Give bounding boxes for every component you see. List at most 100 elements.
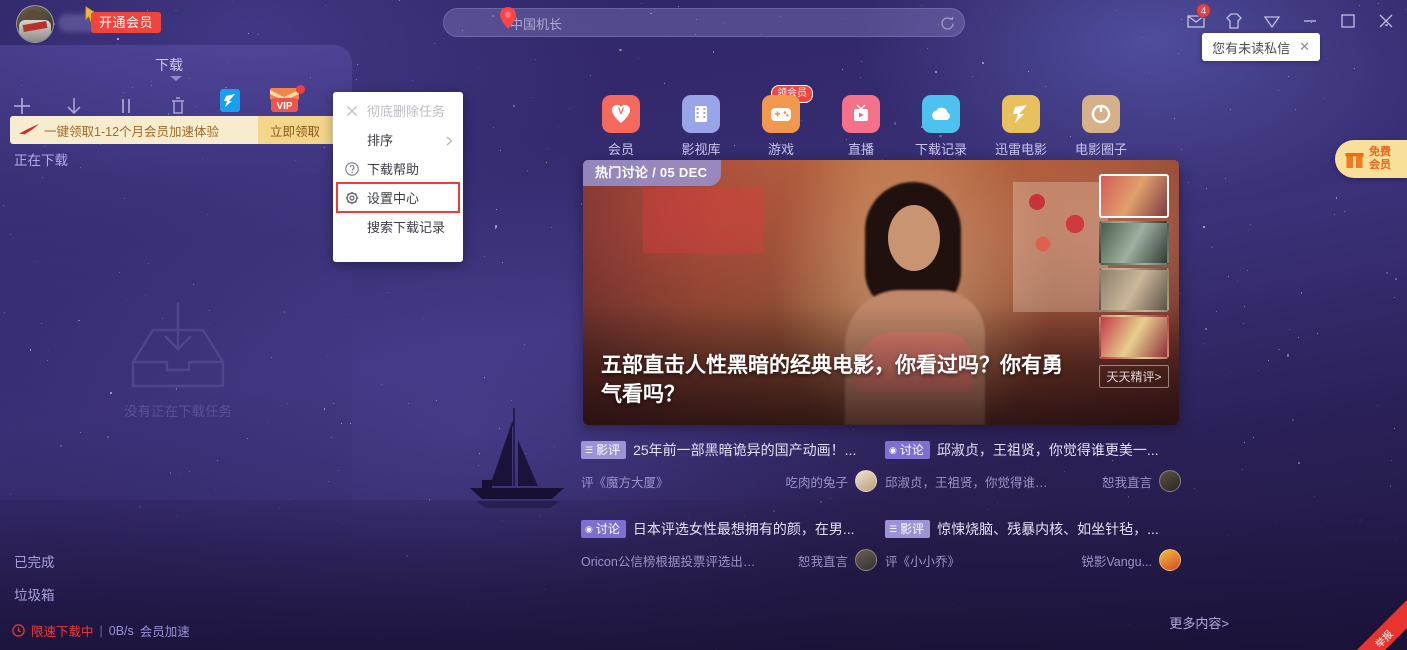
banner-flower-poster: [1013, 182, 1108, 312]
nav-item-live[interactable]: 直播: [821, 95, 901, 165]
banner-thumbnail-4[interactable]: [1099, 315, 1169, 359]
status-badge: ☰ 影评: [581, 441, 626, 459]
tab-download-label[interactable]: 下载: [155, 55, 183, 75]
card-author-name: 吃肉的兔子: [785, 472, 848, 491]
status-bar: 限速下载中 | 0B/s 会员加速: [12, 621, 190, 640]
sidebar-item-trash[interactable]: 垃圾箱: [14, 584, 55, 604]
article-card[interactable]: ☰ 影评 25年前一部黑暗诡异的国产动画！... 评《魔方大厦》 吃肉的兔子: [581, 440, 877, 492]
main-content: V 会员 影视库 领会员 游戏: [352, 45, 1407, 650]
maximize-icon[interactable]: [1337, 10, 1359, 32]
film-icon: [682, 95, 720, 133]
nav-item-movie-circle[interactable]: 电影圈子: [1061, 95, 1141, 165]
search-input-value: 中国机长: [510, 14, 562, 33]
daily-review-button[interactable]: 天天精评>: [1099, 365, 1169, 388]
report-ribbon[interactable]: 举报: [1351, 600, 1407, 650]
card-subtitle: 评《小小乔》: [885, 551, 960, 570]
banner-figure-face: [888, 205, 940, 271]
avatar[interactable]: [855, 470, 877, 492]
gift-icon: [1345, 150, 1364, 169]
status-badge: ◉ 讨论: [581, 520, 626, 538]
nav-item-label: 会员: [581, 139, 661, 158]
nav-item-label: 游戏: [741, 139, 821, 158]
sidebar-item-completed[interactable]: 已完成: [14, 551, 55, 571]
xunlei-app-window: 开通会员 中国机长 4: [0, 0, 1407, 650]
cloud-icon: [922, 95, 960, 133]
card-author-name: 恕我直言: [1102, 472, 1152, 491]
avatar[interactable]: [1159, 470, 1181, 492]
empty-state-text: 没有正在下载任务: [118, 400, 238, 420]
free-vip-line2: 会员: [1369, 160, 1391, 171]
review-glyph-icon: ☰: [889, 520, 897, 538]
more-content-link[interactable]: 更多内容>: [1169, 613, 1229, 632]
nav-item-member[interactable]: V 会员: [581, 95, 661, 165]
article-card[interactable]: ☰ 影评 惊悚烧脑、残暴内核、如坐针毡，... 评《小小乔》 锐影Vangu..…: [885, 519, 1181, 571]
circle-icon: [1082, 95, 1120, 133]
card-author[interactable]: 恕我直言: [798, 549, 877, 571]
card-author-name: 恕我直言: [798, 551, 848, 570]
nav-item-label: 影视库: [661, 139, 741, 158]
avatar[interactable]: [855, 549, 877, 571]
status-badge: ☰ 影评: [885, 520, 930, 538]
banner-thumbnail-2[interactable]: [1099, 221, 1169, 265]
card-author[interactable]: 锐影Vangu...: [1081, 549, 1181, 571]
card-author[interactable]: 恕我直言: [1102, 470, 1181, 492]
mobile-icon[interactable]: [218, 88, 242, 113]
status-accelerate-link[interactable]: 会员加速: [140, 621, 190, 640]
avatar[interactable]: [16, 5, 54, 43]
banner-title[interactable]: 五部直击人性黑暗的经典电影，你看过吗？你有勇气看吗？: [601, 352, 1081, 409]
status-limited-text: 限速下载中: [31, 621, 94, 640]
card-subtitle: 邱淑贞，王祖贤，你觉得谁更美一...: [885, 472, 1060, 491]
banner-thumbnail-1[interactable]: [1099, 174, 1169, 218]
refresh-icon[interactable]: [939, 15, 956, 32]
window-controls: 4: [1185, 10, 1397, 32]
window-titlebar: 开通会员 中国机长 4: [0, 0, 1407, 45]
vip-promo-banner[interactable]: 一键领取1-12个月会员加速体验 立即领取: [10, 116, 342, 144]
nav-item-games[interactable]: 领会员 游戏: [741, 95, 821, 165]
card-title[interactable]: 邱淑贞，王祖贤，你觉得谁更美一...: [937, 440, 1159, 460]
card-title[interactable]: 25年前一部黑暗诡异的国产动画！...: [633, 440, 856, 460]
nav-item-download-records[interactable]: 下载记录: [901, 95, 981, 165]
download-tab-header: 下载: [0, 45, 352, 85]
open-vip-button[interactable]: 开通会员: [91, 12, 161, 33]
card-tag-label: 影评: [900, 520, 924, 538]
card-row: ☰ 影评 25年前一部黑暗诡异的国产动画！... 评《魔方大厦》 吃肉的兔子: [581, 440, 1181, 492]
card-title[interactable]: 日本评选女性最想拥有的颜，在男...: [633, 519, 855, 539]
close-icon[interactable]: [1375, 10, 1397, 32]
free-vip-line1: 免费: [1369, 147, 1391, 158]
card-author[interactable]: 吃肉的兔子: [785, 470, 877, 492]
nav-item-label: 迅雷电影: [981, 139, 1061, 158]
search-input[interactable]: 中国机长: [443, 8, 965, 37]
article-card[interactable]: ◉ 讨论 邱淑贞，王祖贤，你觉得谁更美一... 邱淑贞，王祖贤，你觉得谁更美一.…: [885, 440, 1181, 492]
review-glyph-icon: ☰: [585, 441, 593, 459]
skin-icon[interactable]: [1223, 10, 1245, 32]
mail-badge: 4: [1196, 3, 1211, 18]
minimize-icon[interactable]: [1299, 10, 1321, 32]
free-vip-button[interactable]: 免费 会员: [1335, 140, 1407, 178]
featured-banner[interactable]: 热门讨论 / 05 DEC 五部直击人性黑暗的经典电影，你看过吗？你有勇气看吗？…: [583, 160, 1179, 425]
promo-claim-button[interactable]: 立即领取: [258, 116, 332, 144]
mail-icon[interactable]: 4: [1185, 10, 1207, 32]
card-title[interactable]: 惊悚烧脑、残暴内核、如坐针毡，...: [937, 519, 1159, 539]
article-card[interactable]: ◉ 讨论 日本评选女性最想拥有的颜，在男... Oricon公信榜根据投票评选出…: [581, 519, 877, 571]
gamepad-icon: [762, 95, 800, 133]
card-tag-label: 影评: [596, 441, 620, 459]
discuss-glyph-icon: ◉: [889, 441, 897, 459]
status-divider: |: [100, 624, 103, 638]
sidebar-item-downloading[interactable]: 正在下载: [0, 148, 352, 174]
download-category-list: 正在下载: [0, 148, 352, 174]
report-harmful-info-corner[interactable]: 有害信息 举报: [1351, 600, 1407, 650]
nav-item-film-library[interactable]: 影视库: [661, 95, 741, 165]
card-tag-label: 讨论: [900, 441, 924, 459]
location-pin-icon: [500, 7, 516, 29]
status-speed: 0B/s: [109, 624, 134, 638]
status-badge: ◉ 讨论: [885, 441, 930, 459]
nav-item-label: 直播: [821, 139, 901, 158]
avatar[interactable]: [1159, 549, 1181, 571]
banner-thumbnail-3[interactable]: [1099, 268, 1169, 312]
empty-state: 没有正在下载任务: [118, 300, 238, 420]
nav-item-xunlei-movie[interactable]: 迅雷电影: [981, 95, 1061, 165]
promo-text: 一键领取1-12个月会员加速体验: [44, 121, 219, 140]
search-bar[interactable]: 中国机长: [443, 8, 965, 37]
banner-thumbnail-list: 天天精评>: [1099, 174, 1169, 388]
chevron-down-icon[interactable]: [1261, 10, 1283, 32]
